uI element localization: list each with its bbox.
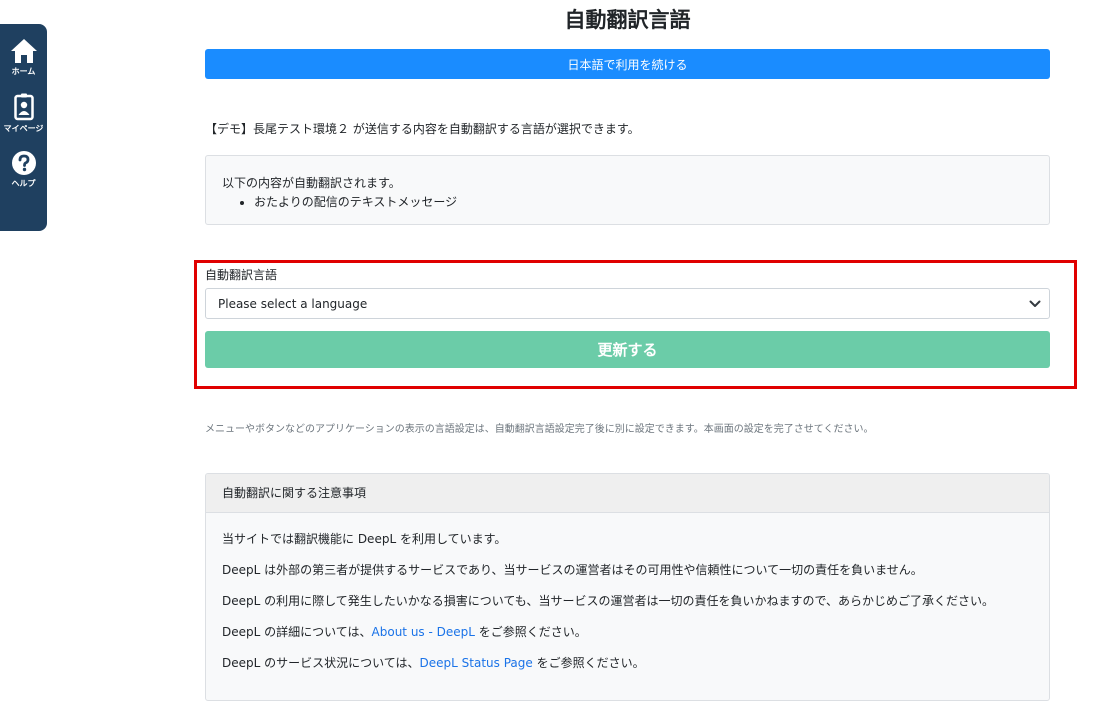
translated-content-list: おたよりの配信のテキストメッセージ [222,193,1033,212]
notice-line: DeepL の利用に際して発生したいかなる損害についても、当サービスの運営者は一… [222,594,994,608]
language-select-value: Please select a language [218,296,368,311]
sidebar-item-label: マイページ [3,124,44,133]
translation-info-box: 以下の内容が自動翻訳されます。 おたよりの配信のテキストメッセージ [205,155,1050,225]
continue-in-japanese-button[interactable]: 日本語で利用を続ける [205,49,1050,79]
notice-text: をご参照ください。 [532,656,645,670]
notice-line: 当サイトでは翻訳機能に DeepL を利用しています。 [222,532,507,546]
intro-text: 【デモ】長尾テスト環境２ が送信する内容を自動翻訳する言語が選択できます。 [205,122,640,136]
notice-card: 自動翻訳に関する注意事項 当サイトでは翻訳機能に DeepL を利用しています。… [205,473,1050,701]
language-select-label: 自動翻訳言語 [205,268,278,282]
page-title: 自動翻訳言語 [564,8,691,32]
about-deepl-link[interactable]: About us - DeepL [372,625,475,639]
notice-line: DeepL のサービス状況については、DeepL Status Page をご参… [222,648,1033,679]
language-select[interactable]: Please select a language [205,288,1050,319]
deepl-status-link[interactable]: DeepL Status Page [420,656,533,670]
sidebar-item-home[interactable]: ホーム [0,38,47,77]
sidebar-item-label: ヘルプ [11,179,36,188]
list-item: おたよりの配信のテキストメッセージ [254,193,1033,212]
notice-card-body: 当サイトでは翻訳機能に DeepL を利用しています。 DeepL は外部の第三… [206,513,1049,690]
highlight-box [194,260,1077,389]
notice-line: DeepL の詳細については、About us - DeepL をご参照ください… [222,617,1033,648]
id-badge-icon [13,93,34,121]
sidebar-item-help[interactable]: ヘルプ [0,150,47,189]
notice-line: DeepL は外部の第三者が提供するサービスであり、当サービスの運営者はその可用… [222,563,923,577]
update-button[interactable]: 更新する [205,331,1050,368]
chevron-down-icon [1029,300,1041,307]
home-icon [10,39,37,63]
sidebar: ホーム マイページ ヘルプ [0,24,47,231]
notice-text: DeepL の詳細については、 [222,625,372,639]
sidebar-item-label: ホーム [11,67,36,76]
notice-text: DeepL のサービス状況については、 [222,656,420,670]
help-icon [11,151,36,175]
sidebar-item-mypage[interactable]: マイページ [0,93,47,134]
info-heading: 以下の内容が自動翻訳されます。 [222,176,401,190]
language-setting-note: メニューやボタンなどのアプリケーションの表示の言語設定は、自動翻訳言語設定完了後… [205,424,874,435]
notice-card-title: 自動翻訳に関する注意事項 [206,474,1049,513]
notice-text: をご参照ください。 [474,625,587,639]
